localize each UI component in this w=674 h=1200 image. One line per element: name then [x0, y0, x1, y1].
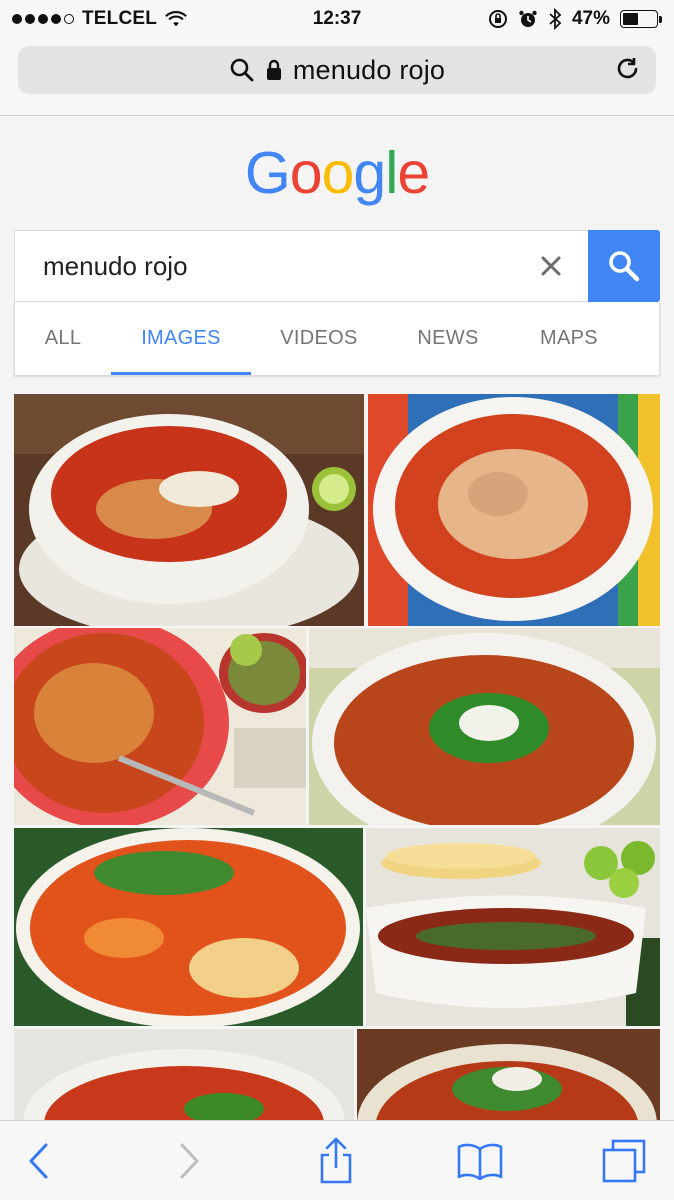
image-result[interactable]: [309, 628, 660, 825]
status-bar: TELCEL 12:37 47%: [0, 0, 674, 38]
logo-letter: e: [397, 140, 430, 206]
share-icon: [320, 1137, 352, 1184]
bookmarks-button[interactable]: [456, 1137, 504, 1185]
tabs-button[interactable]: [600, 1137, 648, 1185]
logo-letter: o: [321, 140, 355, 206]
bookmarks-icon: [457, 1143, 503, 1181]
carrier-name: TELCEL: [82, 8, 158, 29]
search-icon: [609, 251, 640, 282]
reload-icon[interactable]: [614, 56, 642, 84]
wifi-icon: [165, 10, 187, 27]
image-result[interactable]: [368, 394, 660, 626]
search-tabs: ALL IMAGES VIDEOS NEWS MAPS: [14, 302, 660, 376]
browser-address-area: menudo rojo: [0, 38, 674, 116]
image-result[interactable]: [14, 1029, 354, 1120]
menudo-image: [366, 828, 660, 1026]
logo-letter: G: [244, 140, 291, 206]
google-logo[interactable]: Google: [0, 139, 674, 207]
search-button[interactable]: [588, 230, 660, 302]
search-icon: [230, 58, 254, 82]
back-icon: [29, 1143, 48, 1179]
rotation-lock-icon: [488, 10, 507, 28]
menudo-image: [309, 628, 660, 825]
lock-icon: [266, 59, 281, 80]
image-result[interactable]: [14, 394, 364, 626]
alarm-icon: [519, 10, 537, 27]
image-result[interactable]: [366, 828, 660, 1026]
bluetooth-icon: [549, 8, 562, 30]
signal-strength-icon: [12, 14, 74, 24]
forward-button[interactable]: [166, 1137, 214, 1185]
image-result[interactable]: [14, 628, 306, 825]
logo-letter: g: [353, 140, 386, 206]
tabs-icon: [602, 1139, 646, 1183]
battery-percent: 47%: [571, 8, 610, 29]
menudo-image: [14, 394, 364, 626]
image-result[interactable]: [357, 1029, 660, 1120]
search-input[interactable]: menudo rojo: [43, 251, 188, 282]
tab-maps[interactable]: MAPS: [509, 302, 629, 375]
browser-toolbar: [0, 1120, 674, 1200]
tab-images[interactable]: IMAGES: [111, 302, 251, 375]
forward-icon: [180, 1143, 199, 1179]
tab-videos[interactable]: VIDEOS: [251, 302, 387, 375]
address-text: menudo rojo: [292, 54, 446, 85]
logo-letter: o: [289, 140, 323, 206]
battery-icon: [620, 10, 662, 28]
web-page: Google menudo rojo ALL IMAGES VIDEOS NEW…: [0, 117, 674, 1120]
clear-icon[interactable]: [536, 251, 566, 281]
tab-all[interactable]: ALL: [15, 302, 111, 375]
menudo-image: [368, 394, 660, 626]
menudo-image: [14, 628, 306, 825]
menudo-image: [14, 1029, 354, 1120]
battery-level-fill: [623, 13, 639, 25]
address-bar[interactable]: menudo rojo: [18, 46, 656, 94]
image-result[interactable]: [14, 828, 363, 1026]
menudo-image: [357, 1029, 660, 1120]
back-button[interactable]: [14, 1137, 62, 1185]
search-box: menudo rojo: [14, 230, 660, 302]
tab-news[interactable]: NEWS: [387, 302, 509, 375]
logo-letter: l: [385, 140, 398, 206]
menudo-image: [14, 828, 363, 1026]
share-button[interactable]: [312, 1137, 360, 1185]
